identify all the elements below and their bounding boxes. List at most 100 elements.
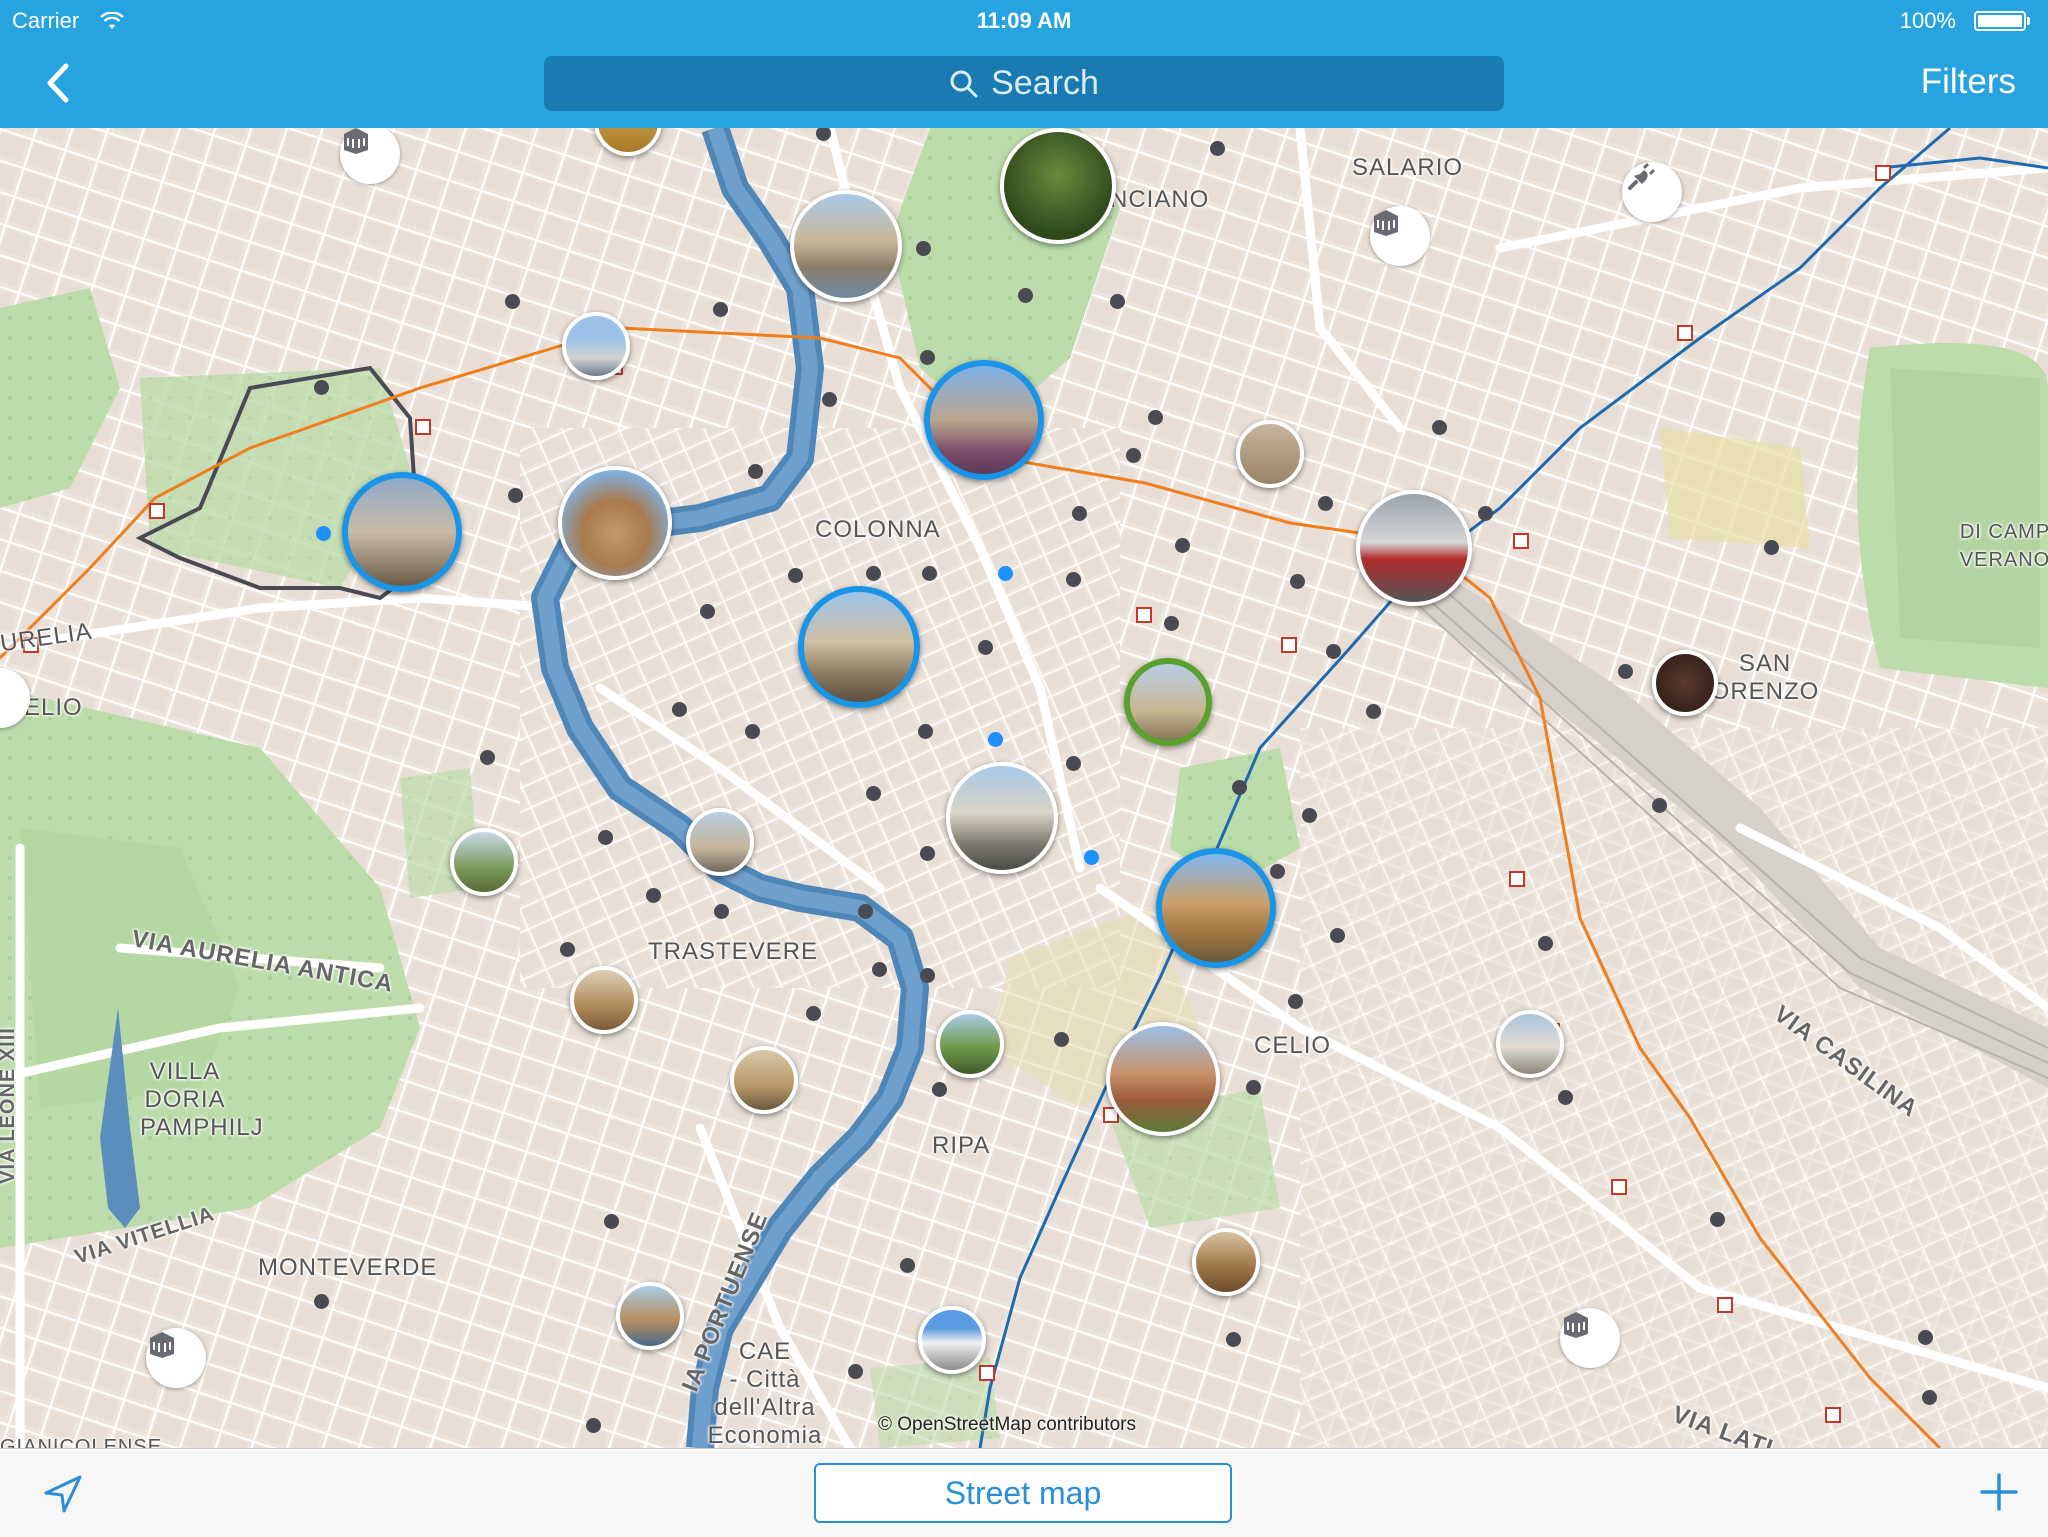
poi-santa-maria[interactable] — [730, 1046, 798, 1114]
poi-food[interactable] — [1652, 650, 1718, 716]
poi-pantheon[interactable] — [798, 586, 920, 708]
poi-colosseum[interactable] — [1156, 848, 1276, 968]
poi-dot[interactable] — [920, 846, 935, 861]
back-button[interactable] — [40, 58, 80, 108]
poi-porta-portese[interactable] — [616, 1282, 684, 1350]
poi-dot[interactable] — [1538, 936, 1553, 951]
poi-dot[interactable] — [1618, 664, 1633, 679]
poi-dot[interactable] — [1066, 572, 1081, 587]
poi-dot[interactable] — [1175, 538, 1190, 553]
poi-campidoglio[interactable] — [946, 762, 1058, 874]
poi-dot[interactable] — [866, 786, 881, 801]
poi-dot[interactable] — [598, 830, 613, 845]
poi-dot[interactable] — [745, 724, 760, 739]
poi-dot[interactable] — [700, 604, 715, 619]
poi-dot[interactable] — [1652, 798, 1667, 813]
add-button[interactable] — [1976, 1469, 2022, 1515]
poi-basilica[interactable] — [1124, 658, 1212, 746]
poi-dot[interactable] — [916, 241, 931, 256]
poi-dot[interactable] — [1270, 864, 1285, 879]
museum-badge[interactable] — [1560, 1308, 1620, 1368]
poi-dot[interactable] — [1210, 141, 1225, 156]
poi-dot[interactable] — [848, 1364, 863, 1379]
poi-dot[interactable] — [1478, 506, 1493, 521]
poi-dot-blue[interactable] — [1084, 850, 1099, 865]
poi-dot[interactable] — [672, 702, 687, 717]
map-type-button[interactable]: Street map — [814, 1463, 1232, 1523]
poi-dot[interactable] — [1918, 1330, 1933, 1345]
poi-dot[interactable] — [1922, 1390, 1937, 1405]
poi-dot[interactable] — [314, 1294, 329, 1309]
map-attribution[interactable]: © OpenStreetMap contributors — [878, 1414, 1136, 1436]
poi-dot[interactable] — [1126, 448, 1141, 463]
poi-st-peters-square[interactable] — [342, 472, 462, 592]
poi-dot[interactable] — [1066, 756, 1081, 771]
museum-badge[interactable] — [1370, 206, 1430, 266]
poi-dot[interactable] — [1302, 808, 1317, 823]
poi-dot[interactable] — [314, 380, 329, 395]
poi-dot[interactable] — [1288, 994, 1303, 1009]
poi-dot[interactable] — [1226, 1332, 1241, 1347]
poi-dot-blue[interactable] — [988, 732, 1003, 747]
poi-termini-station[interactable] — [1356, 490, 1472, 606]
poi-dot[interactable] — [1072, 506, 1087, 521]
poi-dot[interactable] — [748, 464, 763, 479]
poi-gianicolo[interactable] — [450, 828, 518, 896]
poi-dot[interactable] — [604, 1214, 619, 1229]
poi-dot[interactable] — [508, 488, 523, 503]
poi-trastevere-view[interactable] — [570, 966, 638, 1034]
poi-dot[interactable] — [922, 566, 937, 581]
poi-dot[interactable] — [900, 1258, 915, 1273]
poi-dot[interactable] — [713, 302, 728, 317]
poi-lateran[interactable] — [1496, 1010, 1564, 1078]
poi-dot[interactable] — [1558, 1090, 1573, 1105]
poi-dot[interactable] — [1290, 574, 1305, 589]
poi-dot[interactable] — [1330, 928, 1345, 943]
poi-dot[interactable] — [1366, 704, 1381, 719]
poi-stadium[interactable] — [562, 312, 630, 380]
poi-dot[interactable] — [505, 294, 520, 309]
poi-dot-blue[interactable] — [316, 526, 331, 541]
poi-baths-of-caracalla[interactable] — [1192, 1228, 1260, 1296]
poi-dot[interactable] — [920, 968, 935, 983]
poi-villa-borghese[interactable] — [1000, 128, 1116, 244]
poi-circus-maximus[interactable] — [1106, 1022, 1220, 1136]
poi-aventine-garden[interactable] — [936, 1010, 1004, 1078]
poi-dot[interactable] — [1110, 294, 1125, 309]
poi-dot[interactable] — [920, 350, 935, 365]
poi-dot[interactable] — [714, 904, 729, 919]
poi-pyramid[interactable] — [918, 1306, 986, 1374]
poi-tiber-bridge[interactable] — [686, 808, 754, 876]
poi-dot-blue[interactable] — [998, 566, 1013, 581]
poi-dot[interactable] — [822, 392, 837, 407]
poi-dot[interactable] — [1246, 1080, 1261, 1095]
poi-dot[interactable] — [1054, 1032, 1069, 1047]
poi-church[interactable] — [1236, 420, 1304, 488]
poi-piazza-del-popolo[interactable] — [790, 190, 902, 302]
poi-dot[interactable] — [1164, 616, 1179, 631]
poi-dot[interactable] — [1326, 644, 1341, 659]
search-input[interactable]: Search — [544, 56, 1504, 111]
poi-dot[interactable] — [1764, 540, 1779, 555]
poi-dot[interactable] — [806, 1006, 821, 1021]
poi-dot[interactable] — [866, 566, 881, 581]
poi-dot[interactable] — [1318, 496, 1333, 511]
poi-dot[interactable] — [1232, 780, 1247, 795]
poi-dot[interactable] — [918, 724, 933, 739]
poi-dot[interactable] — [646, 888, 661, 903]
poi-dot[interactable] — [872, 962, 887, 977]
poi-dot[interactable] — [1710, 1212, 1725, 1227]
locate-button[interactable] — [40, 1471, 86, 1517]
poi-dot[interactable] — [858, 904, 873, 919]
poi-dot[interactable] — [932, 1082, 947, 1097]
poi-dot[interactable] — [978, 640, 993, 655]
poi-castel-santangelo[interactable] — [558, 466, 672, 580]
filters-button[interactable]: Filters — [1921, 62, 2016, 102]
poi-dot[interactable] — [1018, 288, 1033, 303]
map-view[interactable]: SALARIO NCIANO COLONNA URELIA ELIO TRAST… — [0, 128, 2048, 1448]
poi-dot[interactable] — [1432, 420, 1447, 435]
poi-dot[interactable] — [560, 942, 575, 957]
poi-dot[interactable] — [1148, 410, 1163, 425]
poi-spanish-steps[interactable] — [924, 360, 1044, 480]
charging-badge[interactable] — [1622, 162, 1682, 222]
